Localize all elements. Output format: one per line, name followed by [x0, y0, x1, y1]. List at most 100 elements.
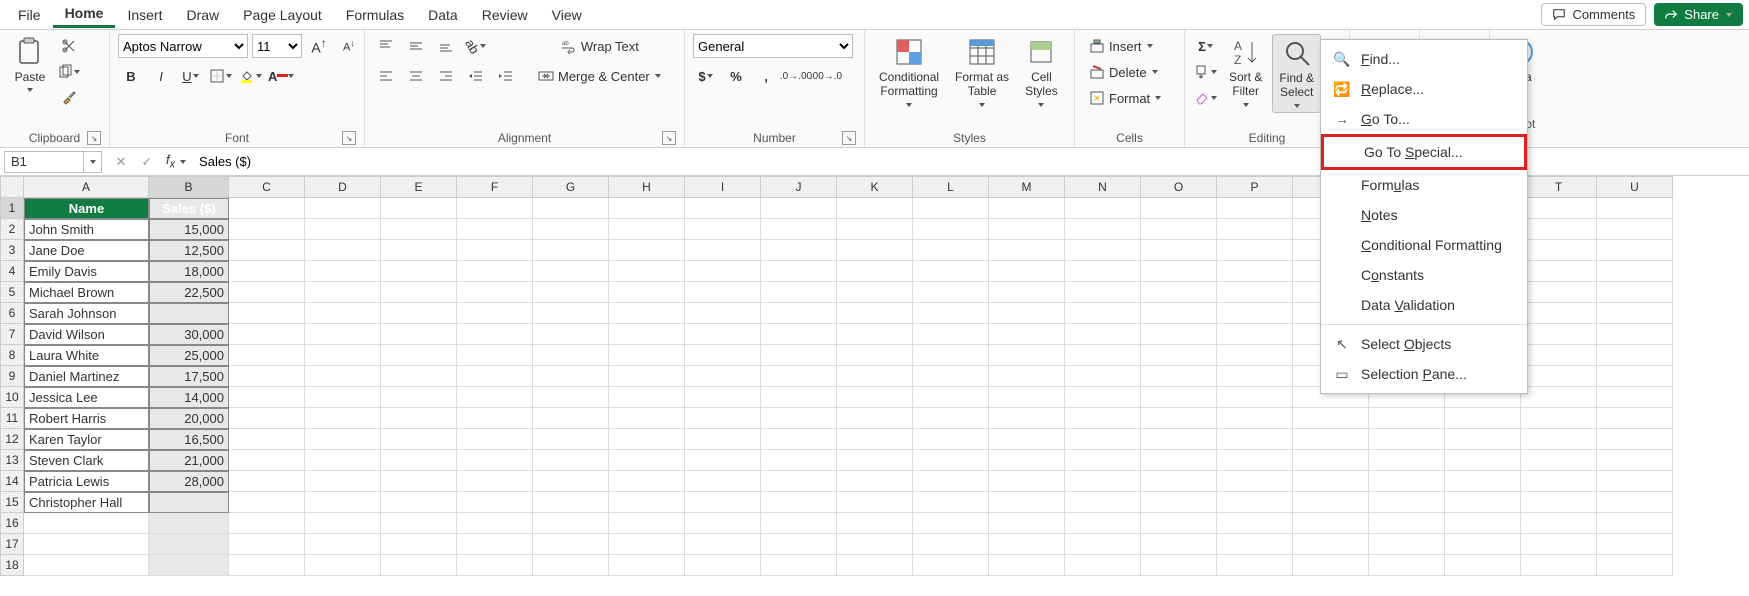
cell-A1[interactable]: Name — [24, 198, 149, 219]
column-header-I[interactable]: I — [685, 176, 761, 198]
cell-T12[interactable] — [1521, 429, 1597, 450]
cell-M5[interactable] — [989, 282, 1065, 303]
column-header-M[interactable]: M — [989, 176, 1065, 198]
cell-Q17[interactable] — [1293, 534, 1369, 555]
cell-A17[interactable] — [24, 534, 149, 555]
cell-M3[interactable] — [989, 240, 1065, 261]
cell-R12[interactable] — [1369, 429, 1445, 450]
select-all-corner[interactable] — [0, 176, 24, 198]
cell-J3[interactable] — [761, 240, 837, 261]
row-header-13[interactable]: 13 — [0, 450, 24, 471]
cell-F2[interactable] — [457, 219, 533, 240]
cell-U16[interactable] — [1597, 513, 1673, 534]
cell-A2[interactable]: John Smith — [24, 219, 149, 240]
cell-G17[interactable] — [533, 534, 609, 555]
bold-button[interactable]: B — [118, 64, 144, 88]
cell-D3[interactable] — [305, 240, 381, 261]
cell-B14[interactable]: 28,000 — [149, 471, 229, 492]
cell-E10[interactable] — [381, 387, 457, 408]
cell-T5[interactable] — [1521, 282, 1597, 303]
cell-G1[interactable] — [533, 198, 609, 219]
paste-button[interactable]: Paste — [8, 34, 52, 96]
cell-T10[interactable] — [1521, 387, 1597, 408]
cell-D17[interactable] — [305, 534, 381, 555]
cell-L16[interactable] — [913, 513, 989, 534]
cell-H11[interactable] — [609, 408, 685, 429]
cell-A5[interactable]: Michael Brown — [24, 282, 149, 303]
menu-formulas[interactable]: Formulas — [1321, 170, 1527, 200]
cell-N11[interactable] — [1065, 408, 1141, 429]
cell-H12[interactable] — [609, 429, 685, 450]
cell-T4[interactable] — [1521, 261, 1597, 282]
cell-N7[interactable] — [1065, 324, 1141, 345]
column-header-J[interactable]: J — [761, 176, 837, 198]
cell-I1[interactable] — [685, 198, 761, 219]
cell-B4[interactable]: 18,000 — [149, 261, 229, 282]
cell-E11[interactable] — [381, 408, 457, 429]
cell-G9[interactable] — [533, 366, 609, 387]
cell-L2[interactable] — [913, 219, 989, 240]
cell-I10[interactable] — [685, 387, 761, 408]
cell-O15[interactable] — [1141, 492, 1217, 513]
cell-F3[interactable] — [457, 240, 533, 261]
insert-cells-button[interactable]: Insert — [1083, 34, 1160, 58]
cell-C8[interactable] — [229, 345, 305, 366]
cell-C11[interactable] — [229, 408, 305, 429]
cell-I2[interactable] — [685, 219, 761, 240]
cell-F17[interactable] — [457, 534, 533, 555]
cell-F14[interactable] — [457, 471, 533, 492]
cell-D6[interactable] — [305, 303, 381, 324]
cell-J9[interactable] — [761, 366, 837, 387]
menu-notes[interactable]: Notes — [1321, 200, 1527, 230]
cell-K4[interactable] — [837, 261, 913, 282]
cell-J18[interactable] — [761, 555, 837, 576]
cell-U8[interactable] — [1597, 345, 1673, 366]
fill-button[interactable] — [1193, 60, 1219, 84]
cell-H17[interactable] — [609, 534, 685, 555]
cell-Q13[interactable] — [1293, 450, 1369, 471]
cell-S18[interactable] — [1445, 555, 1521, 576]
menu-conditional-formatting[interactable]: Conditional Formatting — [1321, 230, 1527, 260]
cell-B6[interactable] — [149, 303, 229, 324]
orientation-button[interactable]: ab — [463, 34, 489, 58]
cell-B10[interactable]: 14,000 — [149, 387, 229, 408]
cell-M10[interactable] — [989, 387, 1065, 408]
column-header-N[interactable]: N — [1065, 176, 1141, 198]
font-launcher[interactable]: ↘ — [342, 131, 356, 145]
cell-P2[interactable] — [1217, 219, 1293, 240]
column-header-A[interactable]: A — [24, 176, 149, 198]
cell-L7[interactable] — [913, 324, 989, 345]
tab-draw[interactable]: Draw — [174, 3, 231, 27]
cell-P18[interactable] — [1217, 555, 1293, 576]
cell-J2[interactable] — [761, 219, 837, 240]
cell-G7[interactable] — [533, 324, 609, 345]
cell-B7[interactable]: 30,000 — [149, 324, 229, 345]
cancel-formula-button[interactable]: ✕ — [108, 150, 134, 174]
cell-N2[interactable] — [1065, 219, 1141, 240]
cell-P4[interactable] — [1217, 261, 1293, 282]
cell-T16[interactable] — [1521, 513, 1597, 534]
cell-U14[interactable] — [1597, 471, 1673, 492]
cell-E12[interactable] — [381, 429, 457, 450]
cell-M12[interactable] — [989, 429, 1065, 450]
cell-T11[interactable] — [1521, 408, 1597, 429]
cell-D12[interactable] — [305, 429, 381, 450]
cell-M9[interactable] — [989, 366, 1065, 387]
cell-T18[interactable] — [1521, 555, 1597, 576]
cell-N4[interactable] — [1065, 261, 1141, 282]
cell-F9[interactable] — [457, 366, 533, 387]
cell-G6[interactable] — [533, 303, 609, 324]
cell-F8[interactable] — [457, 345, 533, 366]
column-header-U[interactable]: U — [1597, 176, 1673, 198]
cell-H1[interactable] — [609, 198, 685, 219]
borders-button[interactable] — [208, 64, 234, 88]
conditional-formatting-button[interactable]: ConditionalFormatting — [873, 34, 945, 111]
cell-K10[interactable] — [837, 387, 913, 408]
cell-C18[interactable] — [229, 555, 305, 576]
cell-H2[interactable] — [609, 219, 685, 240]
cell-U6[interactable] — [1597, 303, 1673, 324]
cell-F6[interactable] — [457, 303, 533, 324]
cell-L10[interactable] — [913, 387, 989, 408]
cell-N8[interactable] — [1065, 345, 1141, 366]
cell-D5[interactable] — [305, 282, 381, 303]
